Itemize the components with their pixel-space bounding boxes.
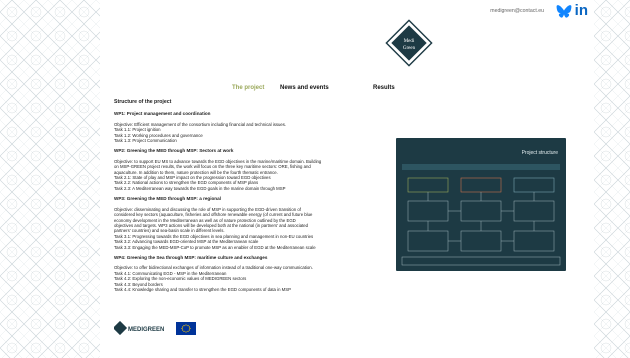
diagram-box <box>460 177 502 193</box>
workpackage-title: WP3: Greening the MED through MSP: a reg… <box>114 196 221 202</box>
workpackage-4: WP4: Greening the Sea through MSP: marit… <box>114 255 389 292</box>
workpackage-line: Task 3.3: Engaging the MED-MSP-CoP to pr… <box>114 244 316 250</box>
bluesky-icon[interactable] <box>556 4 572 18</box>
social-links: in <box>556 3 588 18</box>
main-content: medigreen@contact.eu in Medi Green The p… <box>100 0 594 358</box>
workpackage-3: WP3: Greening the MED through MSP: a reg… <box>114 196 389 250</box>
footer-logos: MEDIGREEN <box>114 321 196 335</box>
diagram-connectors <box>427 192 535 242</box>
svg-text:MEDIGREEN: MEDIGREEN <box>128 327 164 333</box>
medigreen-logo[interactable]: Medi Green <box>385 19 433 67</box>
workpackage-line: Task 4.4: Knowledge sharing and transfer… <box>114 286 291 292</box>
workpackage-line: Task 2.3: A Mediterranean way towards th… <box>114 185 286 191</box>
main-navigation: The project News and events Results <box>100 85 594 95</box>
diagram-box <box>513 177 555 193</box>
svg-text:Green: Green <box>403 46 416 51</box>
diagram-box <box>513 230 555 252</box>
nav-item-the-project[interactable]: The project <box>232 85 264 91</box>
contact-email[interactable]: medigreen@contact.eu <box>490 8 544 14</box>
project-structure-diagram: Project structure <box>396 138 566 271</box>
nav-item-news-and-events[interactable]: News and events <box>280 85 329 91</box>
workpackage-line: Task 1.3: Project Communication <box>114 138 177 144</box>
diagram-footer-bar <box>401 256 561 266</box>
eu-flag-icon <box>176 321 196 335</box>
decorative-pattern-left <box>0 0 100 358</box>
page: medigreen@contact.eu in Medi Green The p… <box>0 0 630 358</box>
diagram-header-bar <box>402 164 560 170</box>
workpackage-title: WP4: Greening the Sea through MSP: marit… <box>114 254 268 260</box>
diagram-box <box>407 200 449 222</box>
linkedin-icon[interactable]: in <box>575 3 588 18</box>
diagram-title: Project structure <box>522 150 559 156</box>
diagram-box <box>407 177 449 193</box>
workpackage-1: WP1: Project management and coordination… <box>114 111 389 143</box>
project-structure-text: Structure of the project WP1: Project ma… <box>114 99 389 297</box>
diagram-box <box>460 200 502 222</box>
decorative-pattern-right <box>594 0 630 358</box>
nav-item-results[interactable]: Results <box>373 85 395 91</box>
workpackage-title: WP1: Project management and coordination <box>114 111 211 117</box>
diagram-box <box>407 230 449 252</box>
diagram-box <box>513 200 555 222</box>
svg-text:Medi: Medi <box>404 39 415 44</box>
workpackage-2: WP2: Greening the MED through MSP: Secto… <box>114 148 389 191</box>
workpackage-title: WP2: Greening the MED through MSP: Secto… <box>114 148 234 154</box>
diagram-box <box>460 230 502 252</box>
section-title: Structure of the project <box>114 99 172 105</box>
medigreen-footer-logo: MEDIGREEN <box>114 321 164 335</box>
